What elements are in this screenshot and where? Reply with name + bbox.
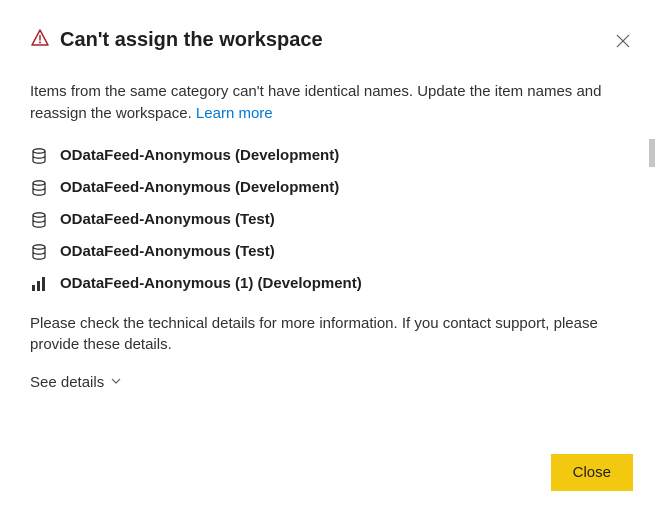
close-button[interactable]: Close: [551, 454, 633, 491]
dialog-message: Items from the same category can't have …: [30, 81, 633, 125]
dataset-icon: [30, 243, 48, 261]
item-label: ODataFeed-Anonymous (1) (Development): [60, 275, 362, 292]
item-label: ODataFeed-Anonymous (Development): [60, 179, 339, 196]
warning-icon: [30, 28, 50, 53]
item-label: ODataFeed-Anonymous (Development): [60, 147, 339, 164]
scrollbar-thumb[interactable]: [649, 139, 655, 167]
list-item: ODataFeed-Anonymous (Test): [30, 243, 633, 261]
close-icon[interactable]: [613, 31, 633, 51]
technical-message: Please check the technical details for m…: [30, 313, 633, 357]
scroll-area: ODataFeed-Anonymous (Development) ODataF…: [30, 147, 633, 293]
message-text: Items from the same category can't have …: [30, 83, 602, 122]
dialog-footer: Close: [551, 454, 633, 491]
report-icon: [30, 275, 48, 293]
see-details-toggle[interactable]: See details: [30, 374, 122, 391]
list-item: ODataFeed-Anonymous (Test): [30, 211, 633, 229]
dialog-header: Can't assign the workspace: [30, 28, 633, 53]
dataset-icon: [30, 179, 48, 197]
dialog-title: Can't assign the workspace: [60, 29, 323, 52]
dialog-title-group: Can't assign the workspace: [30, 28, 323, 53]
item-label: ODataFeed-Anonymous (Test): [60, 211, 275, 228]
dataset-icon: [30, 147, 48, 165]
list-item: ODataFeed-Anonymous (Development): [30, 147, 633, 165]
chevron-down-icon: [110, 374, 122, 391]
see-details-label: See details: [30, 374, 104, 391]
list-item: ODataFeed-Anonymous (1) (Development): [30, 275, 633, 293]
learn-more-link[interactable]: Learn more: [196, 105, 273, 122]
dataset-icon: [30, 211, 48, 229]
conflict-item-list: ODataFeed-Anonymous (Development) ODataF…: [30, 147, 633, 293]
list-item: ODataFeed-Anonymous (Development): [30, 179, 633, 197]
item-label: ODataFeed-Anonymous (Test): [60, 243, 275, 260]
